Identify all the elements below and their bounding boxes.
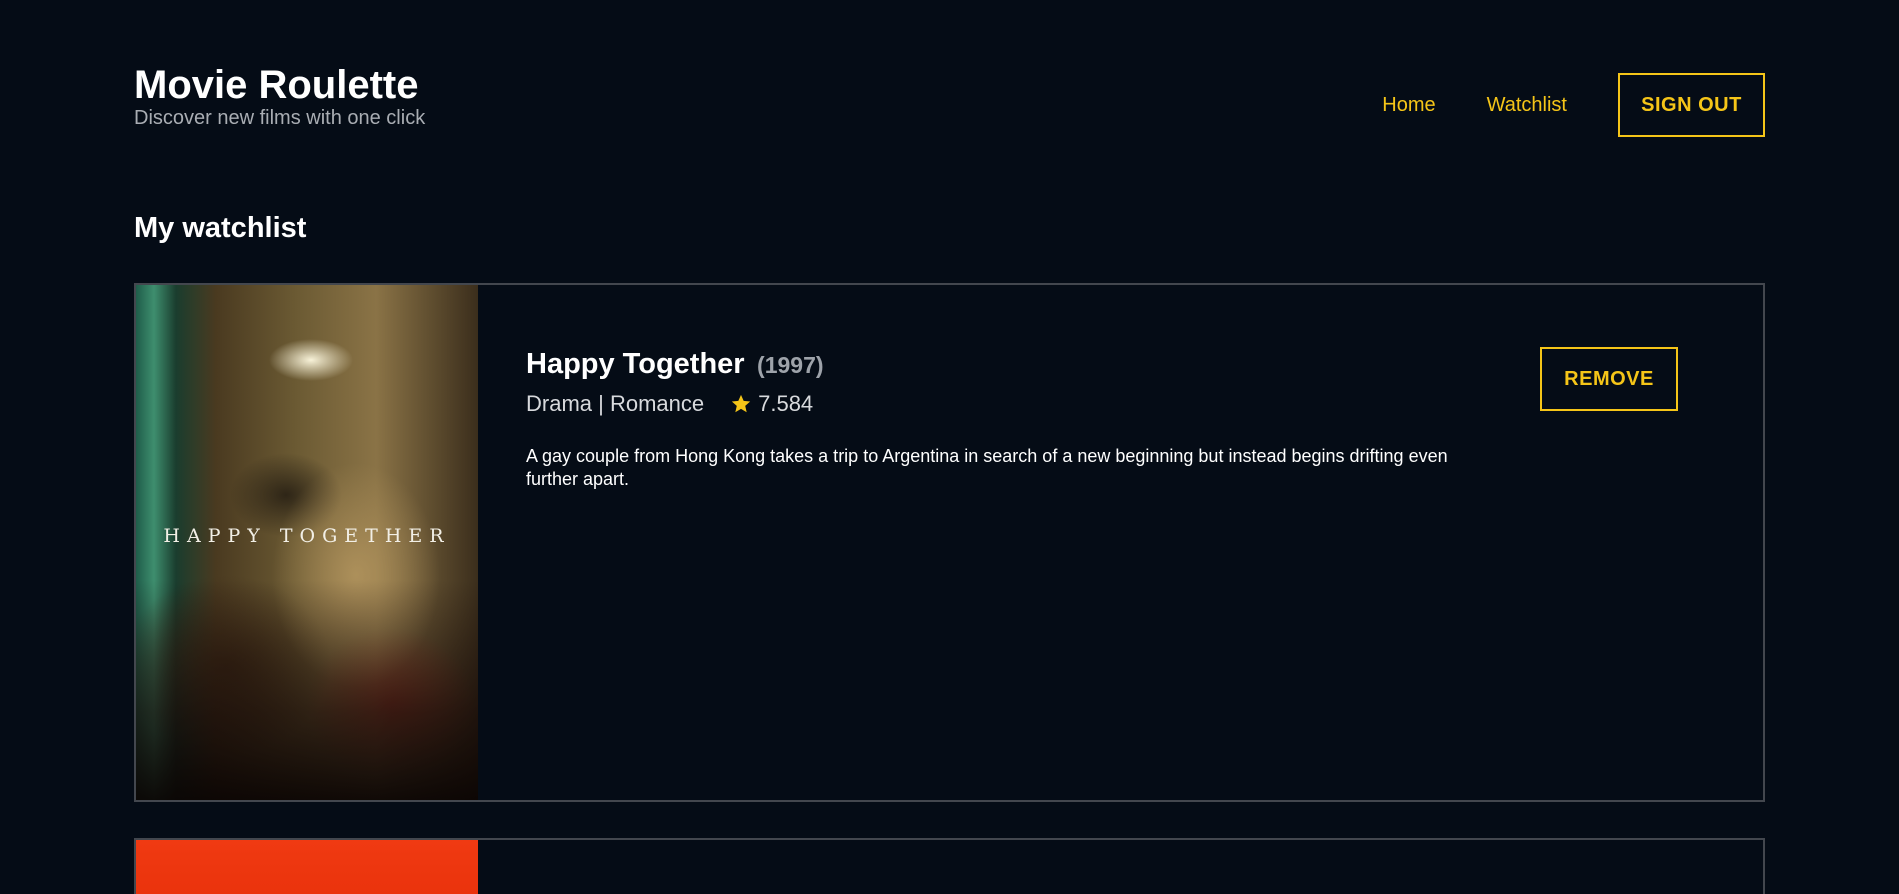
movie-poster [136,840,478,894]
app-title: Movie Roulette [134,63,419,107]
page: Movie Roulette Discover new films with o… [0,0,1899,894]
nav-watchlist-link[interactable]: Watchlist [1487,94,1567,117]
movie-info: Happy Together (1997) Drama | Romance 7.… [526,347,1456,491]
watchlist-heading: My watchlist [134,212,307,244]
nav-home-link[interactable]: Home [1382,94,1435,117]
poster-title-text: HAPPY TOGETHER [163,525,451,547]
sign-out-button[interactable]: SIGN OUT [1618,73,1765,137]
movie-year: (1997) [757,352,824,378]
star-icon [730,393,752,415]
main-nav: Home Watchlist SIGN OUT [1382,73,1765,137]
movie-poster: HAPPY TOGETHER [136,285,478,800]
brand: Movie Roulette Discover new films with o… [134,62,425,129]
movie-title: Happy Together [526,348,745,380]
movie-meta: Drama | Romance 7.584 [526,391,1456,417]
movie-rating: 7.584 [758,391,814,416]
watchlist-card: HAPPY TOGETHER Happy Together (1997) Dra… [134,283,1765,802]
movie-genres: Drama | Romance [526,391,705,416]
movie-overview: A gay couple from Hong Kong takes a trip… [526,446,1448,489]
remove-button[interactable]: REMOVE [1540,347,1678,411]
app-subtitle: Discover new films with one click [134,107,426,129]
watchlist-card [134,838,1765,894]
movie-title-row: Happy Together (1997) [526,347,1456,381]
